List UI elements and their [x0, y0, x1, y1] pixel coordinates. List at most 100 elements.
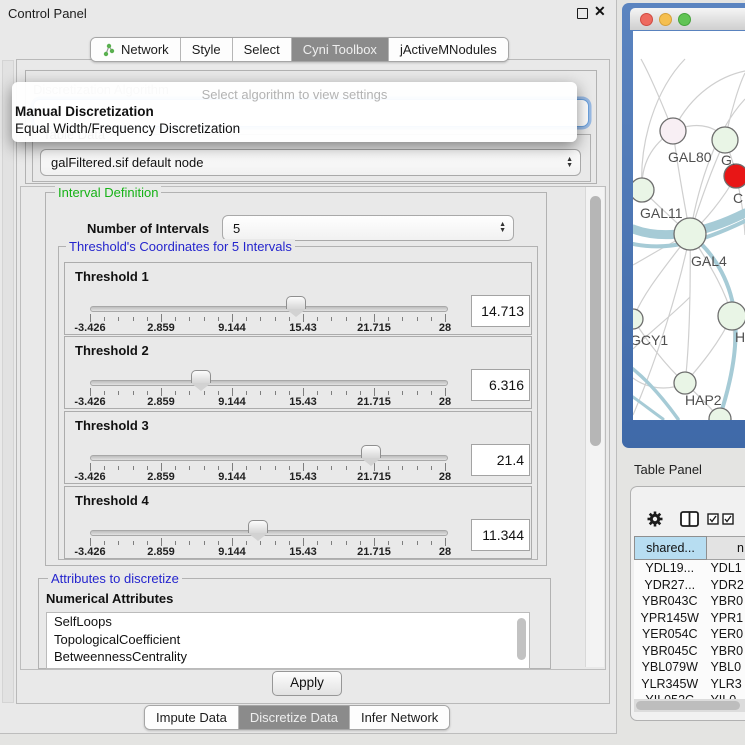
column-header-shared-name[interactable]: shared... [634, 536, 707, 560]
top-tab-bar: Network Style Select Cyni Toolbox jActiv… [90, 37, 509, 62]
table-data-value: galFiltered.sif default node [51, 155, 203, 170]
svg-text:GCY1: GCY1 [633, 332, 668, 348]
svg-text:H: H [735, 329, 745, 345]
threshold-4-panel: Threshold 4 -3.4262.8599.14415.4321.7152… [64, 486, 532, 559]
slider-tick-labels: -3.4262.8599.14415.4321.71528 [65, 546, 531, 558]
checkbox-icon[interactable] [707, 513, 719, 525]
threshold-1-slider[interactable] [90, 306, 448, 312]
table-row[interactable]: YLR345WYLR3 [634, 676, 745, 693]
tab-label: Impute Data [156, 710, 227, 725]
thresholds-group-title: Threshold's Coordinates for 5 Intervals [66, 239, 295, 254]
control-panel-window: Control Panel ✕ Network Style Select Cyn… [0, 0, 617, 734]
threshold-2-panel: Threshold 2 -3.4262.8599.14415.4321.7152… [64, 336, 532, 409]
float-icon[interactable] [577, 8, 588, 19]
dropdown-item-equal-width[interactable]: Equal Width/Frequency Discretization [15, 121, 240, 136]
network-canvas[interactable]: GAL80G.CGAL11GAL4GCY1HHAP2 [633, 31, 745, 420]
threshold-label: Threshold 2 [75, 343, 149, 358]
threshold-label: Threshold 3 [75, 418, 149, 433]
stepper-icon: ▲▼ [499, 222, 506, 234]
num-intervals-select[interactable]: 5 ▲▼ [222, 215, 514, 241]
network-icon [102, 43, 116, 57]
threshold-3-value-field[interactable]: 21.4 [471, 444, 530, 476]
slider-thumb[interactable] [248, 520, 268, 533]
checkbox-icon[interactable] [722, 513, 734, 525]
svg-text:C: C [733, 190, 743, 206]
apply-button[interactable]: Apply [272, 671, 342, 696]
close-traffic-light[interactable] [640, 13, 653, 26]
close-icon[interactable]: ✕ [594, 3, 606, 20]
tab-select[interactable]: Select [233, 38, 292, 61]
svg-text:GAL11: GAL11 [640, 205, 683, 221]
interval-definition-title: Interval Definition [55, 185, 161, 200]
svg-text:GAL4: GAL4 [691, 253, 727, 269]
threshold-2-slider[interactable] [90, 380, 448, 386]
dropdown-item-manual-discretization[interactable]: Manual Discretization [15, 104, 154, 119]
stepper-icon: ▲▼ [566, 157, 573, 169]
tab-network[interactable]: Network [91, 38, 181, 61]
attributes-group-title: Attributes to discretize [48, 571, 182, 586]
threshold-2-value-field[interactable]: 6.316 [471, 369, 530, 401]
tab-impute-data[interactable]: Impute Data [145, 706, 239, 729]
table-row[interactable]: YIL052CYIL0 [634, 692, 745, 699]
tab-infer-network[interactable]: Infer Network [350, 706, 449, 729]
threshold-1-panel: Threshold 1 -3.4262.8599.14415.4321.7152… [64, 262, 532, 335]
num-intervals-value: 5 [233, 221, 240, 236]
tab-label: Cyni Toolbox [303, 42, 377, 57]
numerical-attributes-label: Numerical Attributes [46, 591, 173, 606]
column-header-name[interactable]: n [707, 536, 745, 560]
slider-thumb[interactable] [361, 445, 381, 458]
attribute-item[interactable]: BetweennessCentrality [47, 648, 529, 666]
zoom-traffic-light[interactable] [678, 13, 691, 26]
tab-label: Network [121, 42, 169, 57]
table-row[interactable]: YDR27...YDR2 [634, 577, 745, 594]
svg-text:GAL80: GAL80 [668, 149, 712, 165]
algorithm-dropdown-popup: Select algorithm to view settings Manual… [12, 82, 577, 142]
minimize-traffic-light[interactable] [659, 13, 672, 26]
num-intervals-label: Number of Intervals [87, 221, 209, 236]
tab-jactivemnodules[interactable]: jActiveMNodules [389, 38, 508, 61]
table-row[interactable]: YBR045CYBR0 [634, 643, 745, 660]
table-row[interactable]: YBL079WYBL0 [634, 659, 745, 676]
threshold-3-slider[interactable] [90, 455, 448, 461]
threshold-4-slider[interactable] [90, 530, 448, 536]
table-panel-title: Table Panel [634, 462, 702, 477]
tab-label: Select [244, 42, 280, 57]
tab-style[interactable]: Style [181, 38, 233, 61]
network-svg: GAL80G.CGAL11GAL4GCY1HHAP2 [633, 31, 745, 420]
gear-icon[interactable] [646, 510, 664, 528]
attribute-item[interactable]: TopologicalCoefficient [47, 631, 529, 649]
tab-discretize-data[interactable]: Discretize Data [239, 706, 350, 729]
table-header-row: shared... n [634, 536, 745, 560]
tab-label: Discretize Data [250, 710, 338, 725]
list-scrollbar-thumb[interactable] [517, 618, 526, 660]
tab-cyni-toolbox[interactable]: Cyni Toolbox [292, 38, 389, 61]
dropdown-prompt: Select algorithm to view settings [12, 87, 577, 102]
threshold-label: Threshold 4 [75, 493, 149, 508]
slider-tick-labels: -3.4262.8599.14415.4321.71528 [65, 396, 531, 408]
threshold-label: Threshold 1 [75, 269, 149, 284]
screen: Control Panel ✕ Network Style Select Cyn… [0, 0, 745, 745]
window-title: Control Panel [8, 6, 87, 21]
slider-thumb[interactable] [191, 370, 211, 383]
table-data-select[interactable]: galFiltered.sif default node ▲▼ [40, 149, 581, 176]
split-columns-icon[interactable] [680, 511, 699, 527]
attribute-item[interactable]: SelfLoops [47, 613, 529, 631]
horizontal-scrollbar[interactable] [634, 699, 745, 712]
bottom-tab-bar: Impute Data Discretize Data Infer Networ… [144, 705, 450, 730]
threshold-1-value-field[interactable]: 14.713 [471, 295, 530, 327]
scrollbar-thumb[interactable] [636, 701, 740, 710]
vertical-scrollbar[interactable] [585, 187, 604, 667]
attributes-list: SelfLoopsTopologicalCoefficientBetweenne… [46, 612, 530, 669]
table-body: YDL19...YDL1YDR27...YDR2YBR043CYBR0YPR14… [634, 560, 745, 699]
table-row[interactable]: YPR145WYPR1 [634, 610, 745, 627]
slider-tick-labels: -3.4262.8599.14415.4321.71528 [65, 471, 531, 483]
table-row[interactable]: YER054CYER0 [634, 626, 745, 643]
table-row[interactable]: YDL19...YDL1 [634, 560, 745, 577]
tab-label: Style [192, 42, 221, 57]
threshold-4-value-field[interactable]: 11.344 [471, 519, 530, 551]
scrollbar-thumb[interactable] [590, 196, 601, 446]
tab-label: jActiveMNodules [400, 42, 497, 57]
slider-thumb[interactable] [286, 296, 306, 309]
table-row[interactable]: YBR043CYBR0 [634, 593, 745, 610]
panel-left-gutter [2, 60, 14, 703]
